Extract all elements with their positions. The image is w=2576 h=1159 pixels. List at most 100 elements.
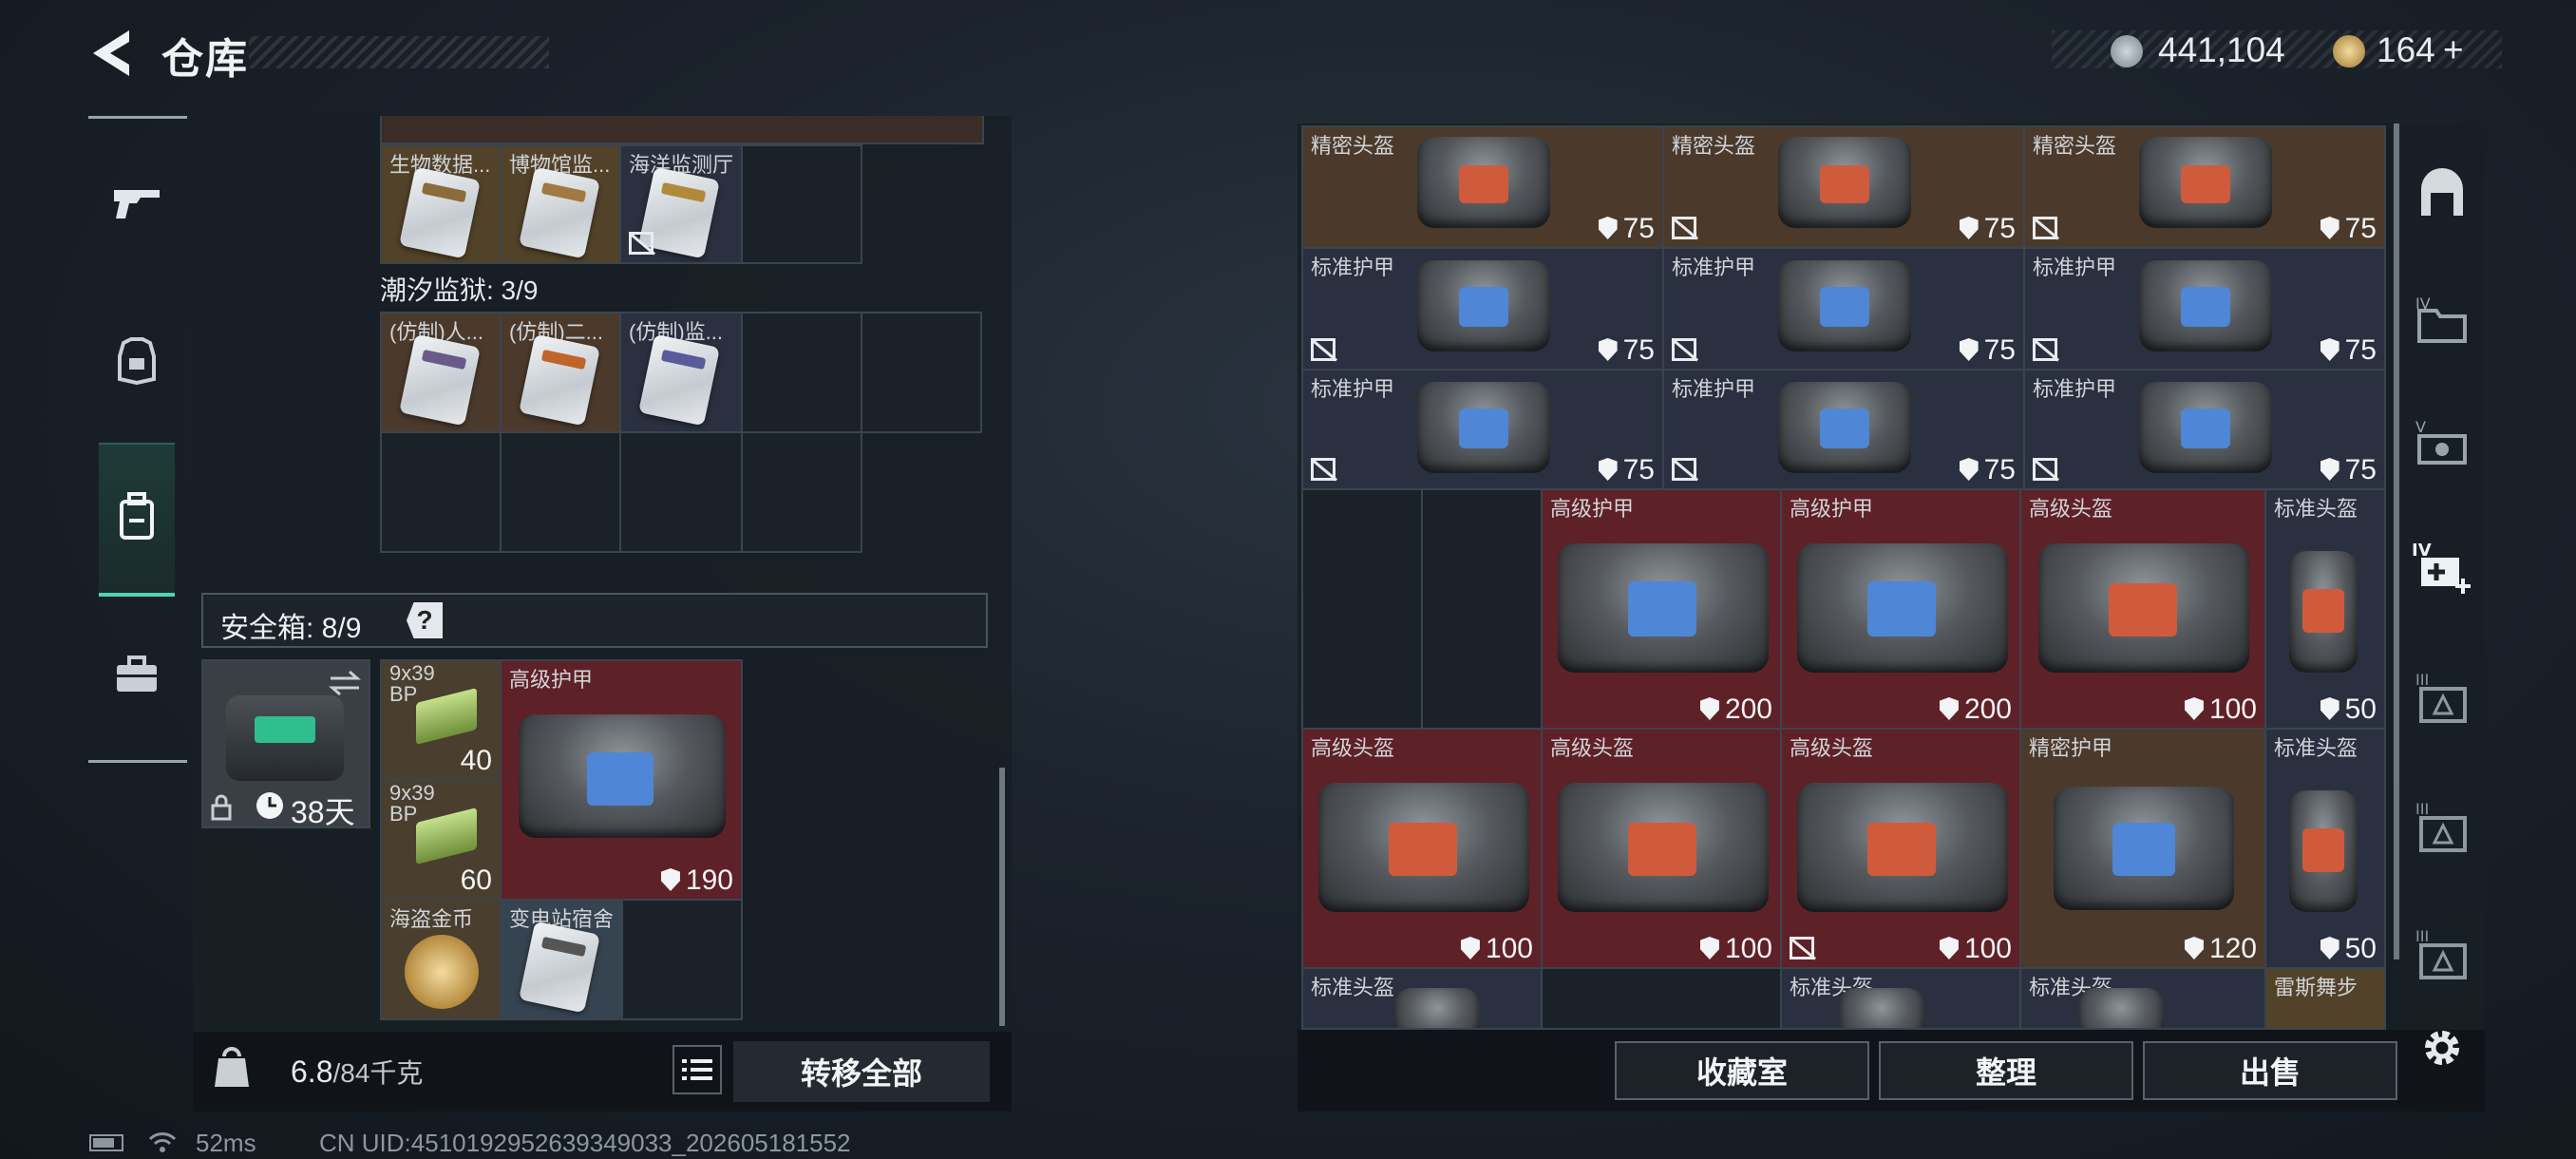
ticket-iii-icon: III	[2415, 927, 2467, 979]
armor-item[interactable]: 标准护甲 75	[2023, 369, 2386, 490]
empty-slot[interactable]	[1301, 488, 1423, 730]
transfer-all-button[interactable]: 转移全部	[733, 1041, 990, 1102]
list-view-button[interactable]	[672, 1045, 722, 1094]
armor-item[interactable]: 标准护甲 75	[1662, 369, 2025, 490]
backpack-scrollbar[interactable]	[999, 768, 1005, 1026]
ammo-count: 40	[460, 745, 492, 776]
armor-item[interactable]: 标准护甲 75	[2023, 247, 2386, 370]
sidebar-item-weapons[interactable]	[93, 160, 180, 247]
back-button[interactable]	[87, 27, 135, 80]
weight-icon	[215, 1047, 249, 1087]
swap-icon[interactable]	[327, 669, 363, 697]
backpack-icon	[120, 492, 154, 540]
helmet-item[interactable]: 标准头盔	[2019, 967, 2266, 1030]
armor-bag-icon	[1558, 543, 1769, 673]
stash-tab-iii-c[interactable]: III	[2399, 912, 2485, 998]
helmet-item[interactable]: 标准头盔 50	[2264, 488, 2386, 730]
keycard-icon	[399, 333, 481, 427]
helmet-item[interactable]: 高级头盔 100	[2019, 488, 2266, 730]
svg-text:III: III	[2415, 927, 2429, 945]
add-currency-button[interactable]: +	[2443, 30, 2464, 70]
empty-slot[interactable]	[621, 899, 743, 1020]
collection-item[interactable]: 海洋监测厅	[619, 144, 743, 264]
armor-item[interactable]: 标准护甲 75	[1662, 247, 2025, 370]
help-button[interactable]: ?	[407, 602, 443, 638]
safe-box-icon	[226, 695, 344, 781]
empty-slot[interactable]	[500, 431, 621, 553]
armor-item[interactable]: 高级护甲 200	[1541, 488, 1782, 730]
safe-box-container[interactable]: 38天	[201, 659, 370, 828]
weight-value: 6.8	[291, 1054, 333, 1089]
empty-slot[interactable]	[1541, 967, 1782, 1030]
helmet-item[interactable]: 高级头盔 100	[1780, 728, 2021, 969]
empty-slot[interactable]	[741, 312, 862, 433]
settings-button[interactable]	[2399, 1005, 2485, 1091]
keycard-icon	[519, 333, 600, 427]
sidebar-item-backpack[interactable]	[93, 473, 180, 560]
coin-item[interactable]: 海盗金币	[380, 899, 502, 1020]
helmet-item[interactable]: 精密头盔 75	[1301, 125, 1664, 249]
empty-slot[interactable]	[861, 312, 982, 433]
helmet-item[interactable]: 高级头盔 100	[1301, 728, 1543, 969]
collection-item[interactable]: 生物数据...	[380, 144, 502, 264]
collection-room-button[interactable]: 收藏室	[1615, 1041, 1869, 1100]
safe-box-duration: 38天	[291, 795, 355, 828]
empty-slot[interactable]	[1421, 488, 1543, 730]
keycard-icon	[519, 921, 600, 1014]
helmet-item[interactable]: 标准头盔	[1301, 967, 1543, 1030]
armor-item[interactable]: 高级护甲 200	[1780, 488, 2021, 730]
collection-row-cut	[380, 116, 984, 144]
helmet-item[interactable]: 标准头盔 50	[2264, 728, 2386, 969]
lock-icon	[211, 794, 232, 821]
ticket-iii-icon: III	[2415, 671, 2467, 723]
helmet-bag-icon	[1417, 137, 1550, 228]
stash-tab-iv[interactable]: IV	[2399, 276, 2485, 361]
armor-icon	[118, 337, 156, 385]
medkit-plus-icon: IV	[2412, 541, 2471, 594]
ammo-count: 60	[460, 864, 492, 896]
svg-text:IV: IV	[2412, 541, 2432, 560]
stash-tab-iii-a[interactable]: III	[2399, 656, 2485, 741]
collection-item[interactable]: 变电站宿舍	[500, 899, 623, 1020]
list-icon	[682, 1059, 712, 1080]
ammo-item[interactable]: 9x39 BP 40	[380, 659, 502, 781]
gun-icon	[114, 190, 160, 218]
armor-bag-icon	[1417, 382, 1550, 473]
durability-icon	[660, 868, 680, 891]
empty-slot[interactable]	[741, 431, 862, 553]
organize-button[interactable]: 整理	[1879, 1041, 2133, 1100]
empty-slot[interactable]	[741, 144, 862, 264]
svg-text:III: III	[2415, 671, 2429, 689]
collection-item[interactable]: 雷斯舞步	[2264, 967, 2386, 1030]
helmet-bag-icon	[1318, 783, 1529, 912]
armor-bag-icon	[1778, 382, 1911, 473]
helmet-bag-icon	[1839, 988, 1924, 1028]
ammo-item[interactable]: 9x39 BP 60	[380, 779, 502, 901]
safe-box-title: 安全箱: 8/9	[220, 613, 362, 644]
empty-slot[interactable]	[380, 431, 502, 553]
collection-item[interactable]: 博物馆监...	[500, 144, 621, 264]
stash-tab-all[interactable]	[2399, 152, 2485, 238]
armor-item[interactable]: 精密护甲 120	[2019, 728, 2266, 969]
armor-item[interactable]: 标准护甲 75	[1301, 247, 1664, 370]
stash-tab-iii-b[interactable]: III	[2399, 785, 2485, 870]
stash-tab-medical[interactable]: IV	[2399, 524, 2485, 610]
not-lootable-icon	[1311, 338, 1335, 361]
collection-item[interactable]: (仿制)监...	[619, 312, 743, 433]
sell-button[interactable]: 出售	[2143, 1041, 2397, 1100]
helmet-item[interactable]: 精密头盔 75	[2023, 125, 2386, 249]
armor-item[interactable]: 标准护甲 75	[1301, 369, 1664, 490]
helmet-item[interactable]: 高级头盔 100	[1541, 728, 1782, 969]
helmet-item[interactable]: 精密头盔 75	[1662, 125, 2025, 249]
not-lootable-icon	[1672, 338, 1696, 361]
empty-slot[interactable]	[619, 431, 743, 553]
helmet-item[interactable]: 标准头盔	[1780, 967, 2021, 1030]
stash-tab-v[interactable]: V	[2399, 399, 2485, 484]
collection-item[interactable]: (仿制)二...	[500, 312, 621, 433]
sidebar-divider-top	[88, 116, 187, 119]
sidebar-item-armor[interactable]	[93, 317, 180, 405]
ticket-iii-icon: III	[2415, 800, 2467, 852]
collection-item[interactable]: (仿制)人...	[380, 312, 502, 433]
armor-item[interactable]: 高级护甲 190	[500, 659, 743, 901]
sidebar-item-cases[interactable]	[93, 631, 180, 718]
